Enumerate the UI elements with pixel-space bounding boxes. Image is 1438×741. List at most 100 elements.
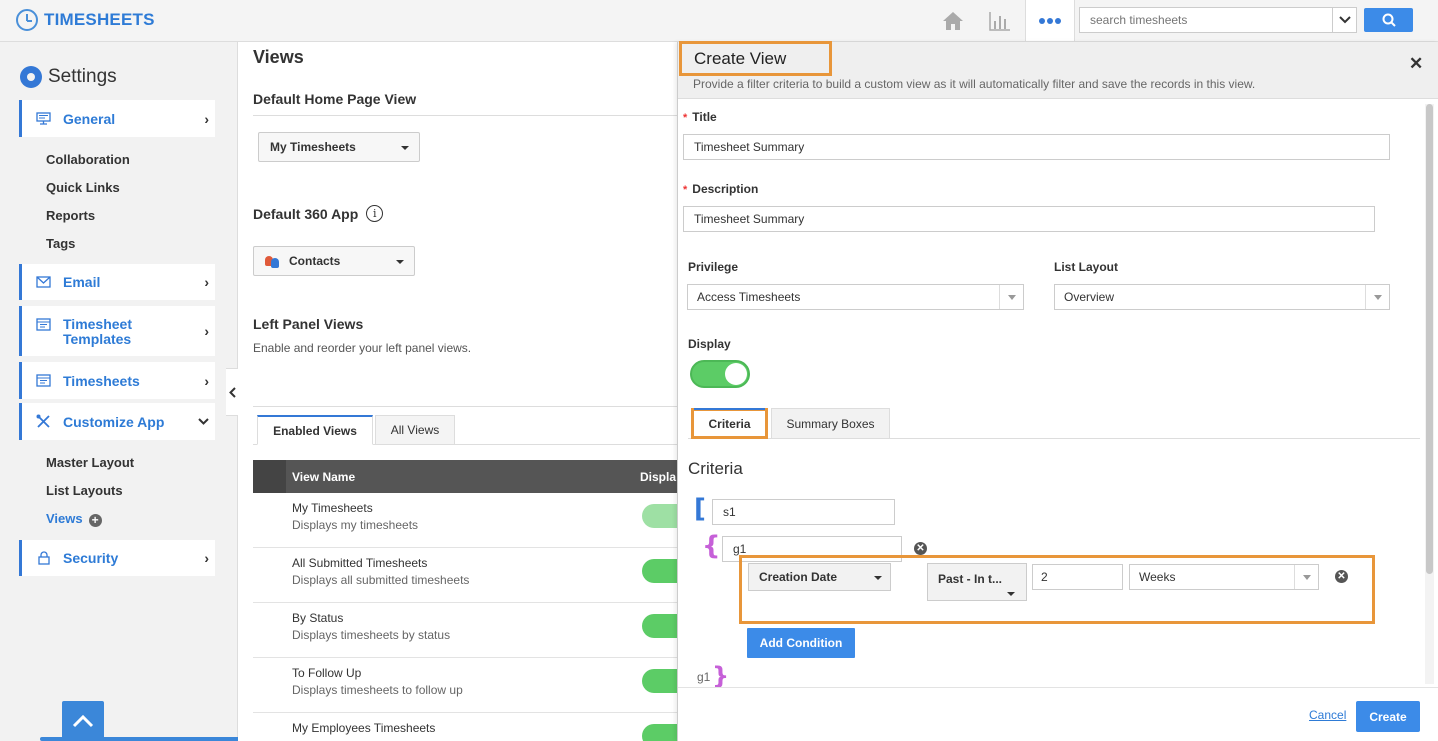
sidebar-item-list-layouts[interactable]: List Layouts: [46, 483, 123, 498]
sidebar-item-customize-app[interactable]: Customize App: [19, 403, 215, 440]
default-home-view-value: My Timesheets: [270, 140, 356, 154]
search-input[interactable]: [1080, 8, 1332, 32]
page-title: Views: [253, 47, 304, 67]
tab-summary-boxes[interactable]: Summary Boxes: [771, 408, 890, 439]
gear-icon: [20, 66, 42, 88]
table-row[interactable]: My Timesheets Displays my timesheets: [253, 493, 678, 548]
condition-row: Creation Date Past - In t... 2 Weeks ✕: [739, 555, 1375, 624]
sidebar-item-label: Timesheets: [63, 372, 140, 389]
cancel-link[interactable]: Cancel: [1309, 708, 1346, 722]
privilege-select[interactable]: Access Timesheets: [687, 284, 1024, 310]
sidebar-item-email[interactable]: Email ›: [19, 264, 215, 300]
close-icon[interactable]: ✕: [1409, 54, 1423, 74]
set-name-input[interactable]: s1: [712, 499, 895, 525]
contacts-icon: [265, 254, 281, 268]
sidebar-item-reports[interactable]: Reports: [46, 208, 95, 223]
chevron-right-icon: ›: [204, 274, 209, 290]
create-button[interactable]: Create: [1356, 701, 1420, 732]
caret-down-icon: [396, 260, 404, 264]
add-condition-button[interactable]: Add Condition: [747, 628, 855, 658]
search-field[interactable]: [1079, 7, 1357, 33]
panel-title: Create View: [679, 41, 832, 76]
description-input[interactable]: Timesheet Summary: [683, 206, 1375, 232]
chevron-down-icon[interactable]: [1332, 8, 1356, 32]
search-button[interactable]: [1364, 8, 1413, 32]
display-toggle[interactable]: [642, 724, 678, 741]
tab-criteria[interactable]: Criteria: [691, 408, 768, 439]
set-bracket-icon: [: [694, 494, 706, 524]
template-icon: [36, 318, 51, 331]
add-view-icon[interactable]: +: [88, 514, 102, 527]
sidebar-item-security[interactable]: Security ›: [19, 540, 215, 576]
search-icon: [1382, 13, 1396, 27]
chevron-right-icon: ›: [204, 550, 209, 566]
list-layout-label: List Layout: [1054, 260, 1119, 274]
caret-down-icon: [1007, 592, 1015, 596]
required-marker: *: [683, 112, 688, 124]
chevron-down-icon[interactable]: [1365, 285, 1389, 309]
default-360-app-label: Default 360 App: [253, 205, 359, 222]
default-360-app-value: Contacts: [289, 254, 341, 268]
display-toggle[interactable]: [642, 669, 678, 693]
info-icon[interactable]: i: [366, 205, 384, 222]
tab-all-views[interactable]: All Views: [375, 415, 455, 445]
sidebar-item-timesheets[interactable]: Timesheets ›: [19, 362, 215, 399]
table-row[interactable]: My Employees Timesheets: [253, 713, 678, 741]
criteria-heading: Criteria: [688, 459, 743, 478]
table-row[interactable]: To Follow Up Displays timesheets to foll…: [253, 658, 678, 713]
column-display: Displa: [640, 470, 677, 484]
display-label: Display: [688, 337, 731, 351]
description-label: * Description: [683, 182, 758, 196]
sidebar-item-quick-links[interactable]: Quick Links: [46, 180, 120, 195]
settings-heading: Settings: [20, 66, 117, 88]
display-toggle[interactable]: [642, 614, 678, 638]
app-logo[interactable]: TIMESHEETS: [16, 9, 155, 31]
panel-subtitle: Provide a filter criteria to build a cus…: [693, 77, 1256, 91]
sidebar-item-general[interactable]: General ›: [19, 100, 215, 137]
condition-unit-value: Weeks: [1139, 570, 1176, 584]
more-apps-icon[interactable]: [1025, 0, 1075, 41]
title-input[interactable]: Timesheet Summary: [683, 134, 1390, 160]
view-name: By Status: [292, 611, 344, 625]
chevron-down-icon[interactable]: [1294, 565, 1318, 589]
table-row[interactable]: By Status Displays timesheets by status: [253, 603, 678, 658]
panel-scrollbar[interactable]: [1425, 104, 1434, 684]
sidebar-item-timesheet-templates[interactable]: Timesheet Templates ›: [19, 306, 215, 356]
condition-value-input[interactable]: 2: [1032, 564, 1123, 590]
chevron-down-icon[interactable]: [999, 285, 1023, 309]
table-row[interactable]: All Submitted Timesheets Displays all su…: [253, 548, 678, 603]
divider: [253, 406, 678, 407]
display-toggle[interactable]: [690, 360, 750, 388]
scroll-to-top-button[interactable]: [62, 701, 104, 741]
chevron-right-icon: ›: [204, 110, 209, 127]
left-panel-views-description: Enable and reorder your left panel views…: [253, 341, 472, 355]
display-toggle[interactable]: [642, 559, 678, 583]
sidebar-item-label: Timesheet Templates: [63, 316, 132, 347]
views-settings-main: Views Default Home Page View My Timeshee…: [238, 42, 678, 741]
list-layout-select[interactable]: Overview: [1054, 284, 1390, 310]
sidebar-item-views[interactable]: Views +: [46, 511, 102, 527]
panel-footer: Cancel Create: [678, 687, 1438, 741]
group-close-brace-icon: }: [712, 662, 730, 690]
panel-header: Create View Provide a filter criteria to…: [678, 41, 1438, 99]
condition-operator-select[interactable]: Past - In t...: [927, 563, 1027, 601]
sidebar-item-master-layout[interactable]: Master Layout: [46, 455, 134, 470]
reports-chart-icon[interactable]: [987, 8, 1013, 34]
lock-icon: [36, 551, 51, 565]
default-360-app-select[interactable]: Contacts: [253, 246, 415, 276]
view-description: Displays all submitted timesheets: [292, 573, 470, 587]
tab-enabled-views[interactable]: Enabled Views: [257, 415, 373, 445]
condition-unit-select[interactable]: Weeks: [1129, 564, 1319, 590]
display-toggle[interactable]: [642, 504, 678, 528]
sidebar-item-collaboration[interactable]: Collaboration: [46, 152, 130, 167]
default-home-view-select[interactable]: My Timesheets: [258, 132, 420, 162]
remove-group-icon[interactable]: ✕: [914, 542, 927, 555]
title-label-text: Title: [692, 110, 717, 124]
condition-field-select[interactable]: Creation Date: [748, 563, 891, 591]
remove-condition-icon[interactable]: ✕: [1335, 570, 1348, 583]
view-name: To Follow Up: [292, 666, 362, 680]
sidebar-item-tags[interactable]: Tags: [46, 236, 75, 251]
caret-down-icon: [874, 576, 882, 580]
sidebar-item-label: Customize App: [63, 413, 165, 430]
home-icon[interactable]: [940, 8, 966, 34]
